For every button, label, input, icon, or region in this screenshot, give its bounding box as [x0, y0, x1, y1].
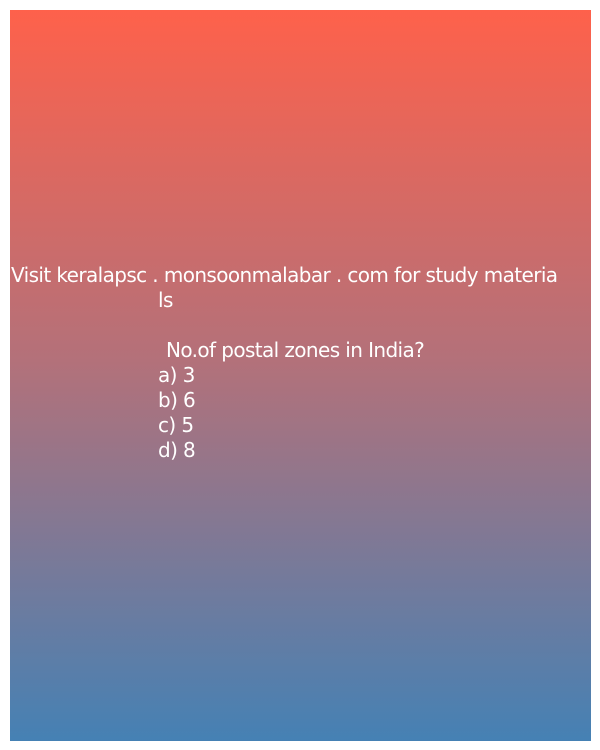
promo-line-1: Visit keralapsc . monsoonmalabar . com f…: [11, 263, 558, 287]
question-card: Visit keralapsc . monsoonmalabar . com f…: [10, 10, 591, 741]
option-c: c) 5: [158, 413, 194, 437]
option-a: a) 3: [158, 363, 195, 387]
promo-line-2: ls: [158, 288, 173, 312]
question-text: No.of postal zones in India?: [166, 338, 425, 362]
card-text: Visit keralapsc . monsoonmalabar . com f…: [10, 263, 591, 463]
option-d: d) 8: [158, 438, 196, 462]
option-b: b) 6: [158, 388, 196, 412]
